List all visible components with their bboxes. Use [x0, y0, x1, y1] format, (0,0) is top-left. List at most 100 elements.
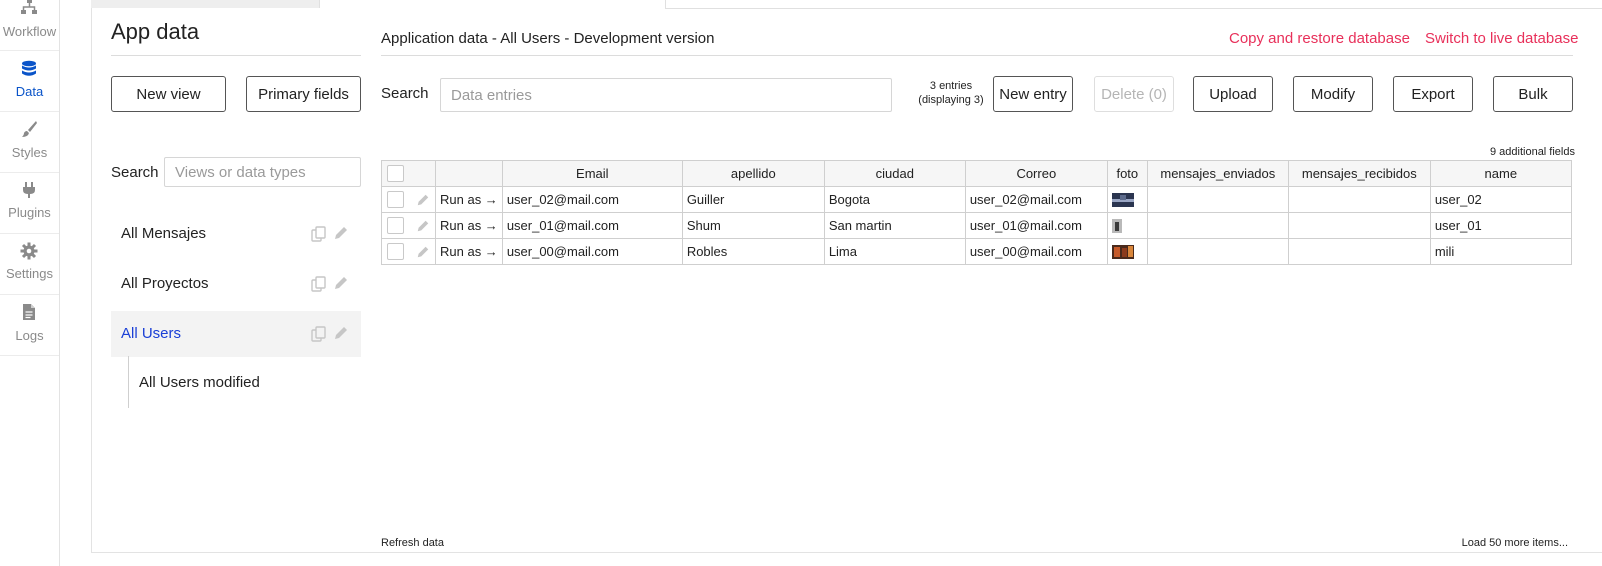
cell-foto[interactable]	[1106, 212, 1148, 239]
cell-apellido[interactable]: Guiller	[681, 186, 825, 213]
cell-mensajes-enviados[interactable]	[1146, 186, 1289, 213]
cell-email[interactable]: user_02@mail.com	[501, 186, 683, 213]
row-select-cell	[381, 186, 436, 213]
entries-count: 3 entries (displaying 3)	[918, 80, 984, 106]
run-as-link[interactable]: Run as →	[435, 238, 503, 265]
rail-item-workflow[interactable]: Workflow	[0, 0, 59, 51]
column-header-mensajes-recibidos[interactable]: mensajes_recibidos	[1287, 160, 1431, 187]
cell-ciudad[interactable]: Bogota	[823, 186, 966, 213]
rail-label-styles: Styles	[11, 145, 48, 160]
plug-icon	[23, 182, 35, 198]
run-as-link[interactable]: Run as →	[435, 212, 503, 239]
view-item-label: All Mensajes	[121, 225, 207, 242]
pencil-icon[interactable]	[416, 219, 430, 233]
pencil-icon[interactable]	[416, 193, 430, 207]
row-checkbox[interactable]	[387, 191, 404, 209]
bulk-button[interactable]: Bulk	[1493, 76, 1573, 112]
table-row[interactable]: Run as → user_02@mail.com Guiller Bogota…	[381, 186, 1572, 213]
delete-button[interactable]: Delete (0)	[1094, 76, 1174, 112]
side-rail: Workflow Data Styles Plugins Settings Lo…	[0, 0, 60, 566]
column-header-name[interactable]: name	[1429, 160, 1572, 187]
top-tab[interactable]	[665, 0, 1602, 9]
additional-fields-link[interactable]: 9 additional fields	[1490, 146, 1575, 158]
cell-mensajes-recibidos[interactable]	[1287, 186, 1431, 213]
rail-label-workflow: Workflow	[2, 24, 57, 39]
cell-name[interactable]: user_02	[1429, 186, 1572, 213]
view-item-all-users-modified[interactable]: All Users modified	[139, 374, 260, 391]
column-header-foto[interactable]: foto	[1106, 160, 1148, 187]
cell-foto[interactable]	[1106, 238, 1148, 265]
database-icon	[22, 60, 36, 76]
cell-ciudad[interactable]: San martin	[823, 212, 966, 239]
table-header-row: Email apellido ciudad Correo foto mensaj…	[381, 160, 1572, 187]
new-entry-button[interactable]: New entry	[993, 76, 1073, 112]
load-more-link[interactable]: Load 50 more items...	[1462, 537, 1568, 549]
refresh-data-link[interactable]: Refresh data	[381, 537, 444, 549]
cell-apellido[interactable]: Shum	[681, 212, 825, 239]
cell-email[interactable]: user_00@mail.com	[501, 238, 683, 265]
modify-button[interactable]: Modify	[1293, 76, 1373, 112]
row-select-cell	[381, 212, 436, 239]
entries-search-input[interactable]	[440, 78, 892, 112]
select-all-cell	[381, 160, 436, 187]
row-checkbox[interactable]	[387, 217, 404, 235]
copy-icon[interactable]	[311, 226, 326, 242]
photo-thumbnail	[1111, 193, 1134, 208]
cell-mensajes-enviados[interactable]	[1146, 238, 1289, 265]
cell-mensajes-enviados[interactable]	[1146, 212, 1289, 239]
cell-apellido[interactable]: Robles	[681, 238, 825, 265]
export-button[interactable]: Export	[1393, 76, 1473, 112]
table-row[interactable]: Run as → user_01@mail.com Shum San marti…	[381, 212, 1572, 239]
view-item-all-users[interactable]: All Users	[111, 311, 361, 357]
rail-item-data[interactable]: Data	[0, 51, 59, 112]
view-item-label: All Proyectos	[121, 275, 209, 292]
copy-icon[interactable]	[311, 326, 326, 342]
views-search-label: Search	[111, 164, 159, 181]
copy-icon[interactable]	[311, 276, 326, 292]
entries-search-label: Search	[381, 85, 429, 102]
cell-name[interactable]: mili	[1429, 238, 1572, 265]
column-header-apellido[interactable]: apellido	[681, 160, 825, 187]
row-checkbox[interactable]	[387, 243, 404, 261]
rail-item-settings[interactable]: Settings	[0, 234, 59, 295]
column-header-correo[interactable]: Correo	[964, 160, 1108, 187]
rail-item-plugins[interactable]: Plugins	[0, 173, 59, 234]
top-tab-active[interactable]	[321, 0, 665, 8]
pencil-icon[interactable]	[333, 225, 349, 241]
divider	[111, 55, 361, 56]
primary-fields-button[interactable]: Primary fields	[246, 76, 361, 112]
column-header-email[interactable]: Email	[501, 160, 683, 187]
new-view-button[interactable]: New view	[111, 76, 226, 112]
cell-correo[interactable]: user_01@mail.com	[964, 212, 1108, 239]
sitemap-icon	[21, 0, 37, 14]
column-header-ciudad[interactable]: ciudad	[823, 160, 966, 187]
column-header-mensajes-enviados[interactable]: mensajes_enviados	[1146, 160, 1289, 187]
pencil-icon[interactable]	[333, 275, 349, 291]
switch-live-database-link[interactable]: Switch to live database	[1425, 30, 1578, 47]
view-item-all-proyectos[interactable]: All Proyectos	[111, 261, 361, 307]
copy-restore-database-link[interactable]: Copy and restore database	[1229, 30, 1410, 47]
cell-mensajes-recibidos[interactable]	[1287, 212, 1431, 239]
upload-button[interactable]: Upload	[1193, 76, 1273, 112]
cell-correo[interactable]: user_00@mail.com	[964, 238, 1108, 265]
document-icon	[23, 304, 35, 320]
rail-label-settings: Settings	[6, 266, 53, 281]
rail-item-styles[interactable]: Styles	[0, 112, 59, 173]
cell-name[interactable]: user_01	[1429, 212, 1572, 239]
run-as-link[interactable]: Run as →	[435, 186, 503, 213]
cell-foto[interactable]	[1106, 186, 1148, 213]
cell-mensajes-recibidos[interactable]	[1287, 238, 1431, 265]
views-search-input[interactable]	[164, 157, 361, 187]
cell-ciudad[interactable]: Lima	[823, 238, 966, 265]
run-as-header	[435, 160, 503, 187]
pencil-icon[interactable]	[333, 325, 349, 341]
cell-correo[interactable]: user_02@mail.com	[964, 186, 1108, 213]
rail-label-logs: Logs	[15, 328, 44, 343]
view-item-all-mensajes[interactable]: All Mensajes	[111, 211, 361, 257]
top-tab[interactable]	[91, 0, 320, 8]
cell-email[interactable]: user_01@mail.com	[501, 212, 683, 239]
table-row[interactable]: Run as → user_00@mail.com Robles Lima us…	[381, 238, 1572, 265]
rail-item-logs[interactable]: Logs	[0, 295, 59, 356]
pencil-icon[interactable]	[416, 245, 430, 259]
select-all-checkbox[interactable]	[387, 165, 404, 183]
